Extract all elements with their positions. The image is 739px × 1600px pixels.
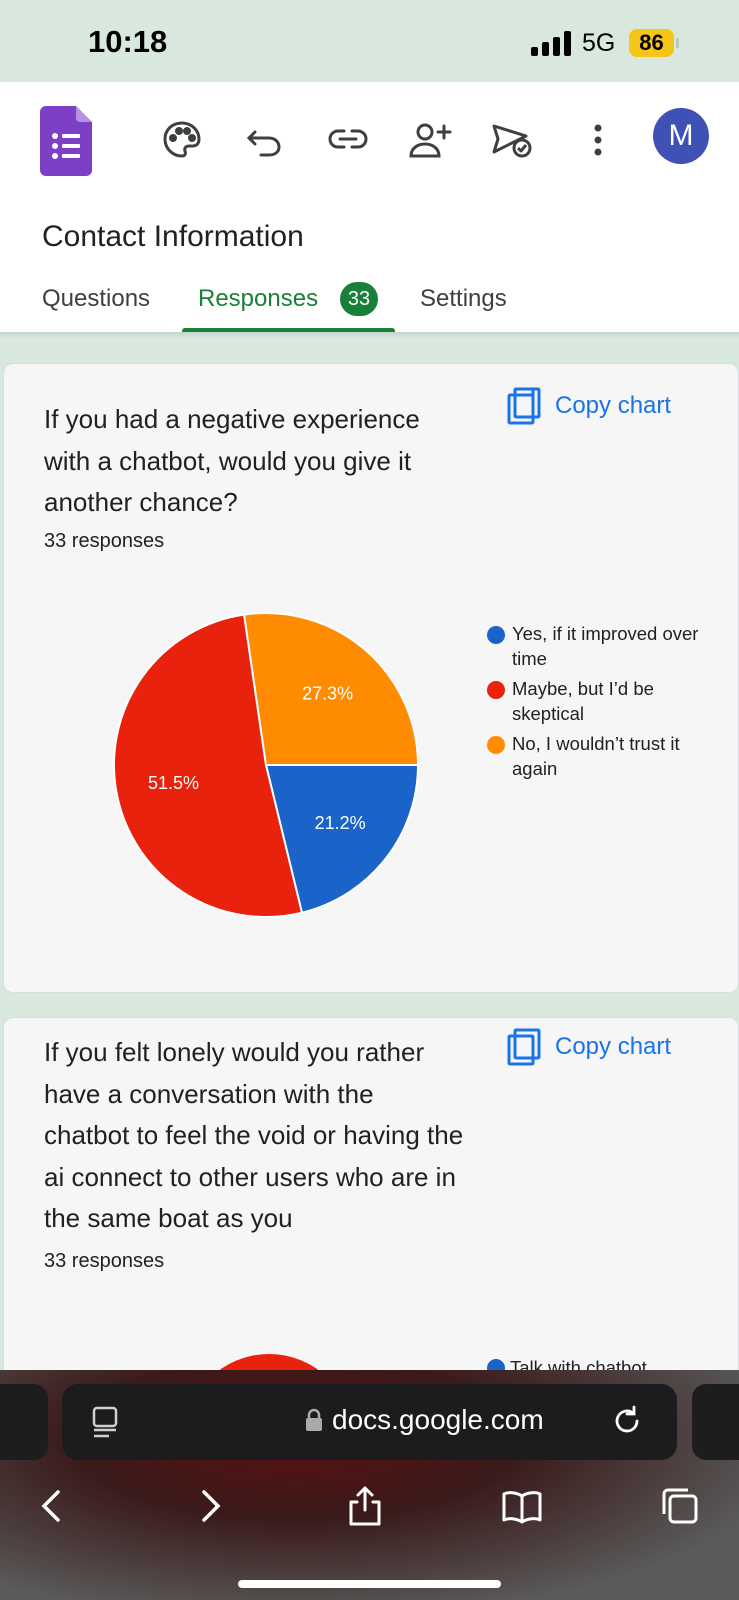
legend-item: No, I wouldn’t trust it again — [484, 732, 714, 781]
pie-chart: 21.2% 51.5% 27.3% — [113, 612, 420, 918]
copy-chart-label: Copy chart — [555, 1033, 672, 1060]
copy-icon — [507, 1028, 541, 1066]
slice-label: 27.3% — [302, 684, 353, 704]
battery-tip — [676, 38, 679, 48]
legend-item: Maybe, but I’d be skeptical — [484, 677, 714, 726]
copy-chart-button[interactable]: Copy chart — [507, 386, 671, 426]
legend-dot — [487, 626, 505, 644]
question-title: If you felt lonely would you rather have… — [44, 1037, 464, 1233]
status-bar: 10:18 5G 86 — [0, 0, 739, 82]
home-indicator — [238, 1580, 501, 1588]
status-time: 10:18 — [88, 24, 168, 59]
legend-label: Maybe, but I’d be skeptical — [512, 678, 654, 724]
response-count: 33 responses — [44, 530, 165, 552]
slice-label: 51.5% — [148, 773, 199, 793]
tab-responses[interactable]: Responses — [198, 285, 318, 313]
send-icon[interactable] — [490, 118, 534, 162]
browser-toolbar: docs.google.com — [0, 1370, 739, 1600]
copy-chart-label: Copy chart — [555, 392, 672, 419]
link-icon[interactable] — [326, 118, 370, 162]
address-bar[interactable]: docs.google.com — [62, 1384, 677, 1460]
slice-label: 21.2% — [315, 813, 366, 833]
form-title: Contact Information — [42, 220, 304, 253]
lock-icon — [306, 1408, 322, 1431]
undo-icon[interactable] — [243, 118, 287, 162]
bookmarks-icon[interactable] — [500, 1484, 544, 1528]
previous-tab[interactable] — [0, 1384, 48, 1460]
page-menu-icon[interactable] — [91, 1406, 119, 1438]
tab-questions[interactable]: Questions — [42, 285, 150, 313]
question-card: If you felt lonely would you rather have… — [3, 1017, 739, 1419]
tab-settings[interactable]: Settings — [420, 285, 507, 313]
google-forms-logo-icon[interactable] — [40, 106, 92, 176]
forward-icon[interactable] — [188, 1484, 232, 1528]
copy-icon — [507, 387, 541, 425]
url-text: docs.google.com — [332, 1404, 544, 1435]
battery-icon: 86 — [629, 29, 674, 57]
avatar[interactable]: M — [653, 108, 709, 164]
question-title: If you had a negative experience with a … — [44, 404, 420, 517]
network-label: 5G — [582, 29, 616, 57]
add-collaborator-icon[interactable] — [408, 118, 452, 162]
legend-item: Yes, if it improved over time — [484, 622, 714, 671]
app-header: M Contact Information Questions Response… — [0, 82, 739, 333]
header-shadow — [0, 332, 739, 338]
legend-label: No, I wouldn’t trust it again — [512, 733, 680, 779]
legend-label: Yes, if it improved over time — [512, 623, 699, 669]
share-icon[interactable] — [343, 1484, 387, 1528]
legend-dot — [487, 736, 505, 754]
tabs-icon[interactable] — [658, 1484, 702, 1528]
responses-count-badge: 33 — [340, 282, 378, 316]
response-count: 33 responses — [44, 1250, 165, 1272]
next-tab[interactable] — [692, 1384, 739, 1460]
question-card: If you had a negative experience with a … — [3, 363, 739, 993]
signal-icon — [531, 30, 573, 56]
palette-icon[interactable] — [160, 118, 204, 162]
copy-chart-button[interactable]: Copy chart — [507, 1027, 671, 1067]
back-icon[interactable] — [30, 1484, 74, 1528]
chart-legend: Yes, if it improved over time Maybe, but … — [484, 622, 714, 787]
more-vert-icon[interactable] — [576, 118, 620, 162]
reload-icon[interactable] — [610, 1404, 644, 1438]
legend-dot — [487, 681, 505, 699]
